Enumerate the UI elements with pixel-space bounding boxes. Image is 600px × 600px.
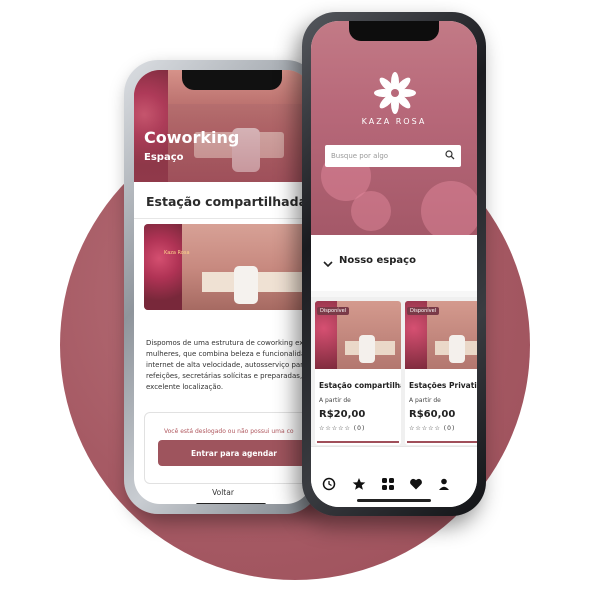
section-title: Nosso espaço: [339, 255, 416, 266]
home-indicator: [357, 499, 431, 502]
hero-blob: [421, 181, 477, 235]
space-heading: Estação compartilhada: [146, 194, 308, 209]
back-phone-screen: Coworking Espaço Estação compartilhada K…: [134, 70, 312, 504]
description-line: mulheres, que combina beleza e funcional…: [146, 350, 310, 358]
notch: [349, 21, 439, 41]
chevron-down-icon[interactable]: [323, 259, 333, 269]
notch: [182, 70, 282, 90]
search-input[interactable]: [325, 145, 461, 167]
description-line: internet de alta velocidade, autosserviç…: [146, 361, 308, 369]
availability-badge: Disponível: [317, 307, 350, 315]
brand-name: KAZA ROSA: [361, 117, 427, 126]
back-phone: Coworking Espaço Estação compartilhada K…: [124, 60, 320, 514]
price-prefix: A partir de: [409, 397, 441, 404]
grid-icon[interactable]: [381, 477, 395, 491]
rating-stars: ☆☆☆☆☆ (0): [319, 425, 366, 432]
photo-logo: Kaza Rosa: [164, 250, 190, 256]
card-price: R$20,00: [319, 409, 366, 420]
card-chair: [449, 335, 465, 363]
hero-blob: [351, 191, 391, 231]
back-link[interactable]: Voltar: [134, 488, 312, 497]
hero-banner: [311, 21, 477, 235]
page-subtitle: Espaço: [144, 152, 184, 163]
card-chair: [359, 335, 375, 363]
photo-chair: [234, 266, 258, 304]
description-line: Dispomos de uma estrutura de coworking e…: [146, 339, 310, 347]
card-title: Estações Privativas: [409, 381, 477, 390]
front-phone-screen: KAZA ROSA Nosso espaço Disponível Estaçã…: [311, 21, 477, 507]
logged-out-warning: Você está deslogado ou não possui uma co: [164, 428, 294, 435]
divider: [134, 218, 312, 219]
card-title: Estação compartilhada: [319, 381, 401, 390]
user-icon[interactable]: [437, 477, 451, 491]
price-prefix: A partir de: [319, 397, 351, 404]
space-description: Dispomos de uma estrutura de coworking e…: [146, 338, 312, 393]
card-price: R$60,00: [409, 409, 456, 420]
availability-badge: Disponível: [407, 307, 440, 315]
page-title: Coworking: [144, 128, 240, 147]
star-icon[interactable]: [352, 477, 366, 491]
card-accent-bar: [407, 441, 477, 443]
photo-flower-wall: [144, 224, 182, 310]
heart-icon[interactable]: [409, 477, 423, 491]
card-accent-bar: [317, 441, 399, 443]
space-card[interactable]: Disponível Estação compartilhada A parti…: [315, 301, 401, 445]
rating-stars: ☆☆☆☆☆ (0): [409, 425, 456, 432]
home-indicator: [196, 503, 266, 504]
login-to-book-button[interactable]: Entrar para agendar: [158, 440, 310, 466]
description-line: excelente localização.: [146, 383, 224, 391]
clock-icon[interactable]: [322, 477, 336, 491]
space-photo: Kaza Rosa: [144, 224, 312, 310]
front-phone: KAZA ROSA Nosso espaço Disponível Estaçã…: [302, 12, 486, 516]
search-icon[interactable]: [445, 150, 455, 160]
brand-logo-icon: [374, 72, 416, 114]
space-card[interactable]: Disponível Estações Privativas A partir …: [405, 301, 477, 445]
description-line: refeições, secretárias solícitas e prepa…: [146, 372, 309, 380]
